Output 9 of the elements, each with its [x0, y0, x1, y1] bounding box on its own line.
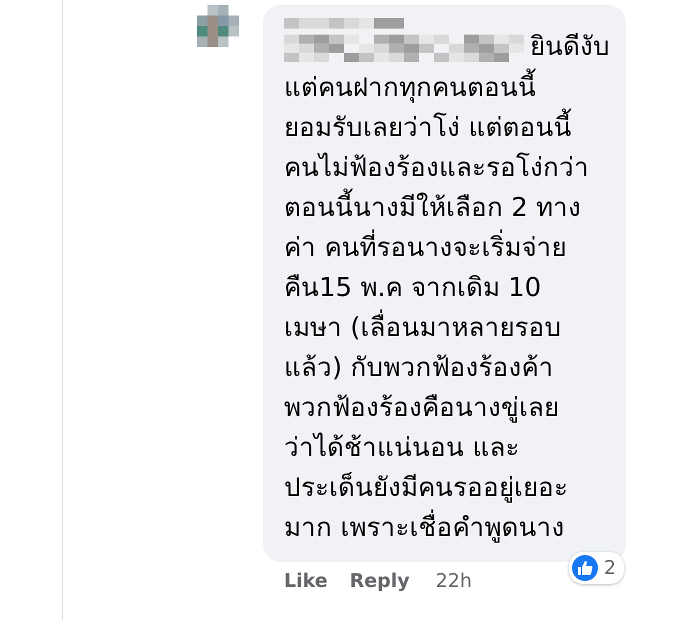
- reaction-badge[interactable]: 2: [568, 552, 624, 584]
- like-icon: [572, 555, 598, 581]
- comment-text: แต่คนฝากทุกคนตอนนี้ ยอมรับเลยว่าโง่ แต่ตอนนี้ คนไม่ฟ้องร้องและรอโง่กว่า ตอนนี้นางมีให้เลือก 2 ทาง ค่า คนที่รอนางจะเริ่มจ่าย คืน15 พ.ค จากเดิม 10 เมษา (เลื่อนมาหลายรอบ แล้ว) กับพวกฟ้องร้องค้า พวกฟ้องร้องคือนางขู่เลย ว่าได้ช้าแน่นอน และ ประเด็นยังมีคนรออยู่เยอะ มาก เพราะเชื่อคำพูดนาง: [284, 68, 614, 548]
- comment-text: ยินดีงับ: [530, 32, 610, 62]
- timestamp[interactable]: 22h: [436, 570, 472, 592]
- blurred-avatar[interactable]: [197, 5, 239, 47]
- reaction-count: 2: [604, 557, 616, 579]
- action-link[interactable]: Reply: [350, 570, 410, 592]
- action-link[interactable]: Like: [284, 570, 328, 592]
